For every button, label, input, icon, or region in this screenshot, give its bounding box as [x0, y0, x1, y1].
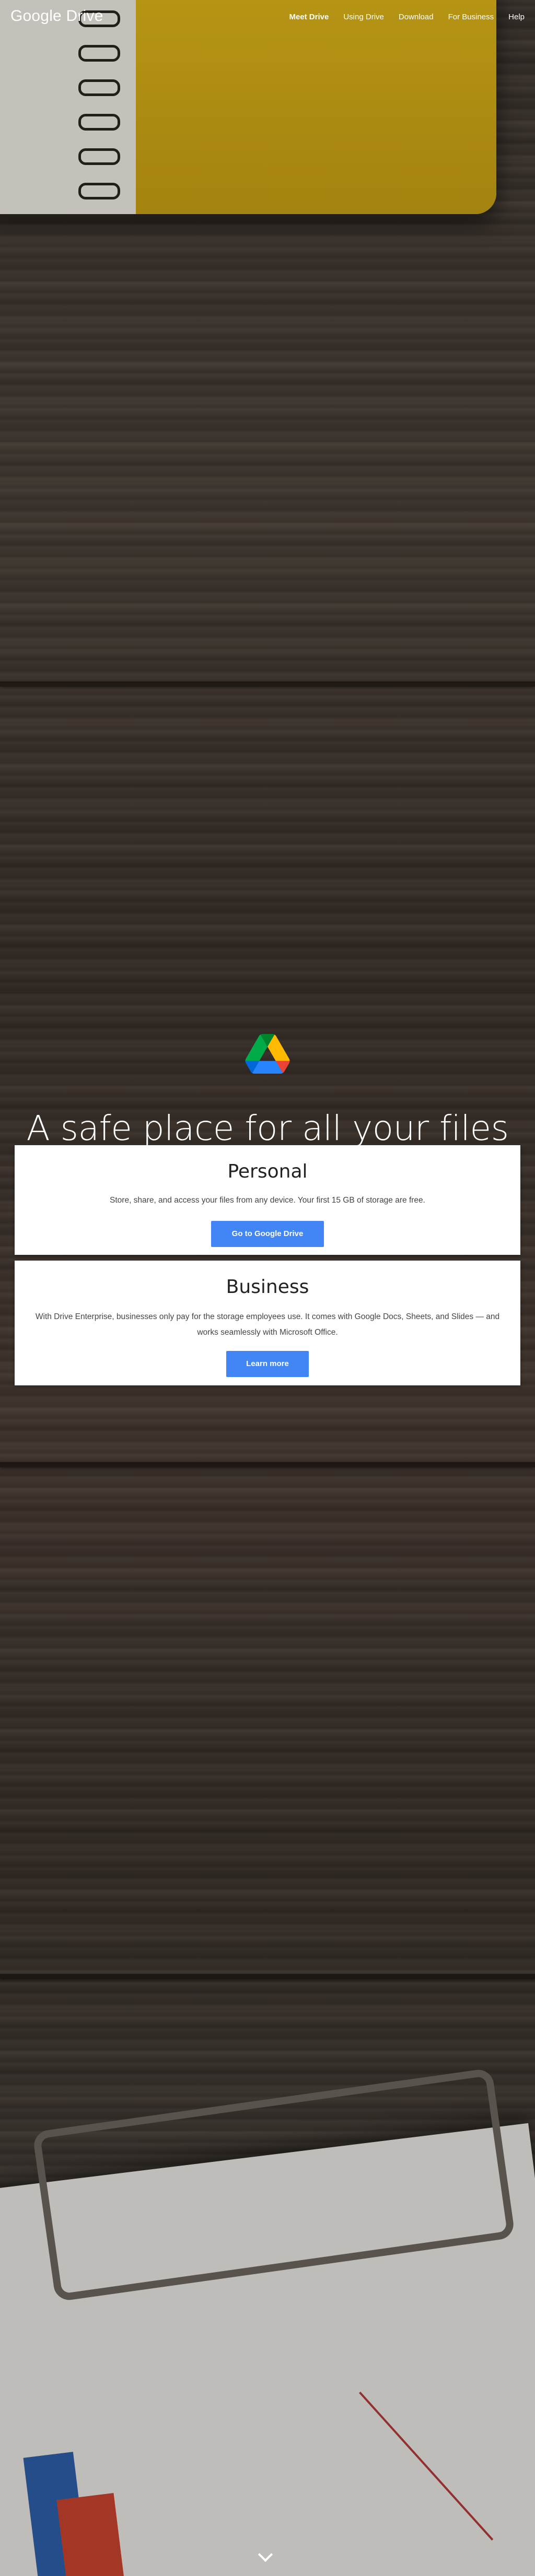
personal-description: Store, share, and access your files from…	[110, 1196, 425, 1205]
nav-using-drive[interactable]: Using Drive	[343, 13, 384, 21]
nav-for-business[interactable]: For Business	[448, 13, 494, 21]
nav-help[interactable]: Help	[508, 13, 525, 21]
hero-title: A safe place for all your files	[26, 1108, 509, 1149]
nav-download[interactable]: Download	[399, 13, 434, 21]
personal-title: Personal	[227, 1161, 308, 1182]
site-header: Google Drive Meet Drive Using Drive Down…	[0, 0, 535, 36]
go-to-drive-button[interactable]: Go to Google Drive	[211, 1221, 324, 1247]
google-drive-logo[interactable]: Google Drive	[10, 7, 103, 25]
google-drive-icon	[245, 1034, 290, 1074]
nav-meet-drive[interactable]: Meet Drive	[289, 13, 329, 21]
business-title: Business	[226, 1276, 309, 1298]
personal-card: Personal Store, share, and access your f…	[15, 1145, 520, 1255]
business-card: Business With Drive Enterprise, business…	[15, 1261, 520, 1385]
top-nav: Meet Drive Using Drive Download For Busi…	[274, 13, 525, 21]
learn-more-button[interactable]: Learn more	[226, 1351, 309, 1377]
business-description: With Drive Enterprise, businesses only p…	[35, 1312, 500, 1337]
